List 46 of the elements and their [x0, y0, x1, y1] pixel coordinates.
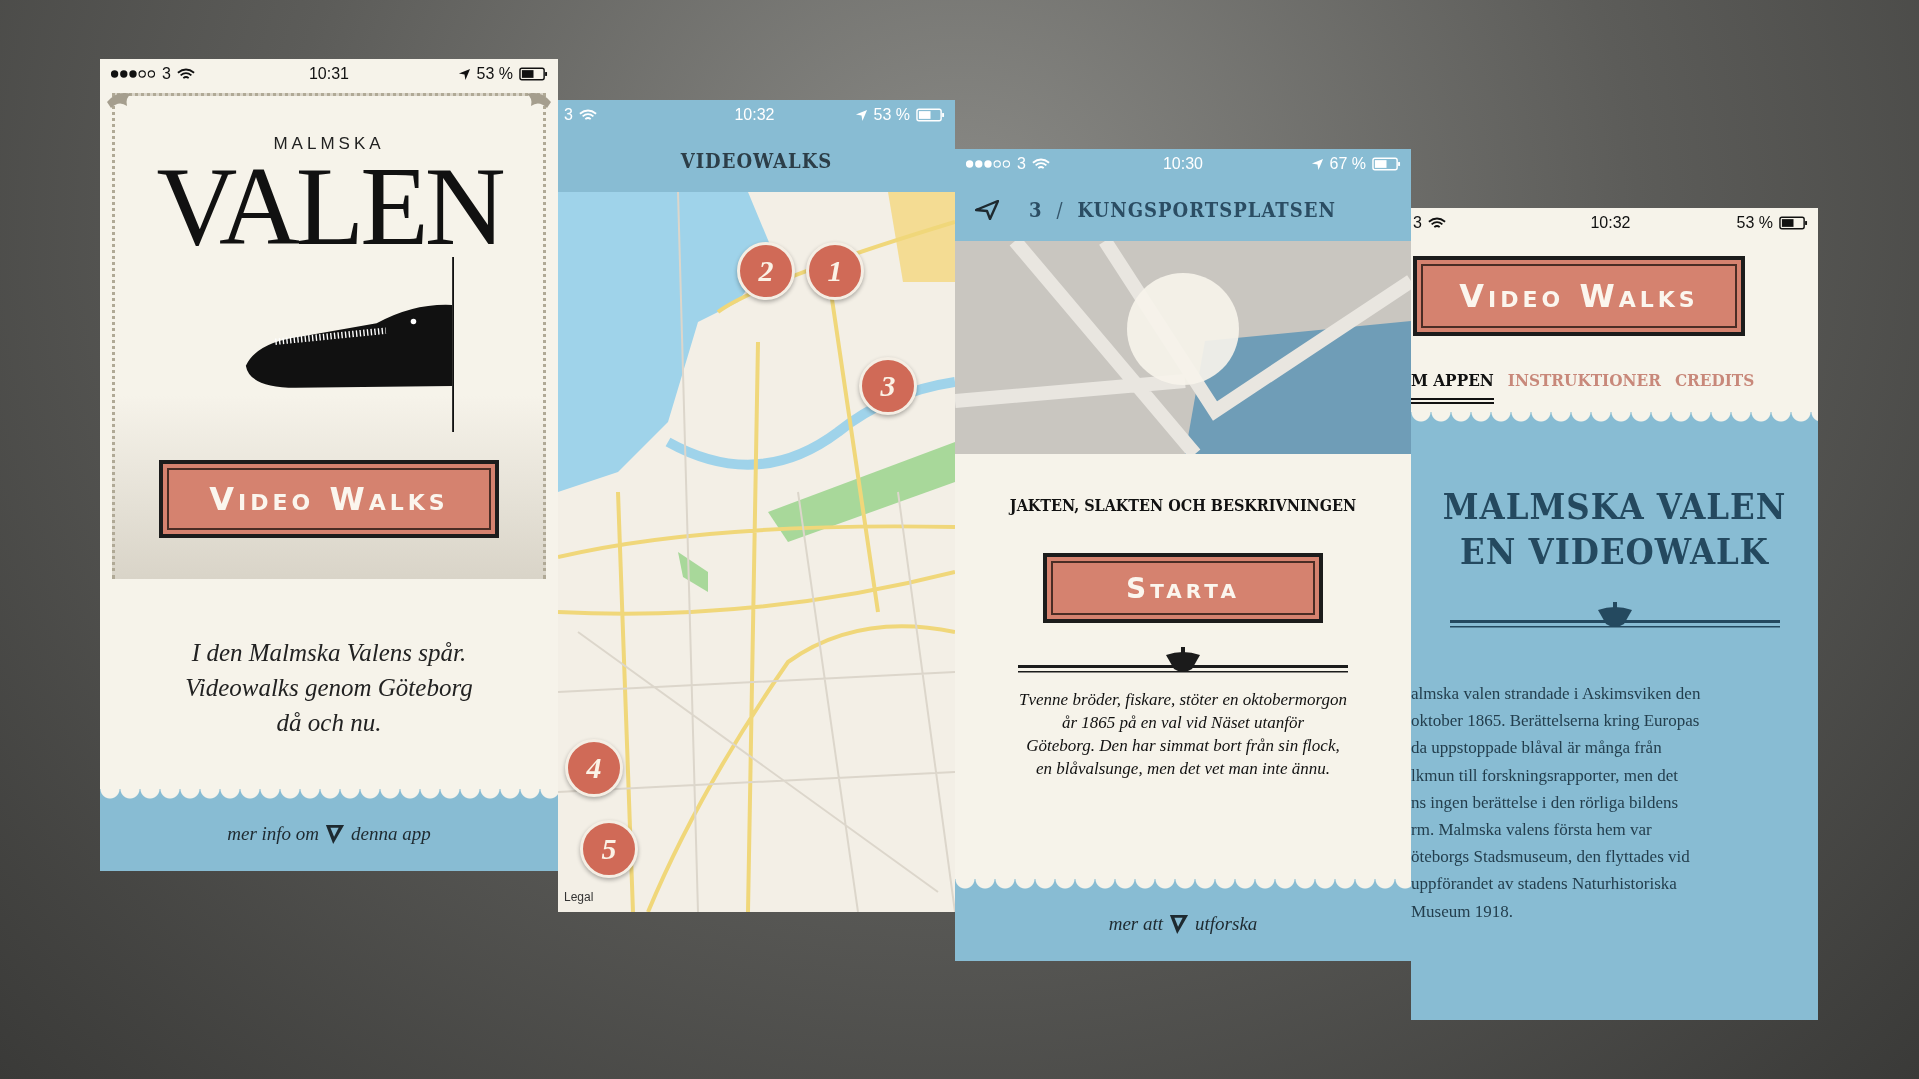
description-text: Tvenne bröder, fiskare, stöter en oktobermorgon år 1865 på en val vid Näset utanför Göteborg. Den har simmat bort från sin flock, en blåvalsunge, men det vet man inte ännu.	[1019, 689, 1347, 780]
battery-percent: 53 %	[873, 106, 910, 124]
about-text: almska valen strandade i Askimsviken den oktober 1865. Berättelserna kring Europas da uppstoppade blåval är många från lkmun till forskningsrapporter, men det ns ingen berättelse i den rörliga bildens rm. Malmska valens första hem var öteborgs Stadsmuseum, den flyttades vid uppförandet av stadens Naturhistoriska Museum 1918.	[1411, 683, 1702, 923]
dart-arrow-icon	[325, 823, 346, 845]
footer-link[interactable]: mer att	[1108, 913, 1164, 935]
screen-title: KUNGSPORTSPLATSEN	[1077, 198, 1336, 222]
battery-icon	[519, 67, 548, 81]
battery-percent: 53 %	[476, 65, 513, 83]
tagline: I den Malmska Valens spår. Videowalks genom Göteborg då och nu.	[184, 638, 474, 738]
footer-link[interactable]: mer info om	[227, 823, 320, 845]
navigation-arrow-button[interactable]	[973, 198, 1001, 222]
battery-icon	[916, 108, 945, 122]
footer-link[interactable]: utforska	[1195, 913, 1258, 935]
tab[interactable]: CREDITS	[1674, 370, 1755, 404]
status-time: 10:32	[1590, 214, 1631, 232]
footer-link[interactable]: denna app	[351, 823, 431, 845]
status-time: 10:31	[308, 65, 349, 83]
logo-kicker: MALMSKA	[273, 134, 385, 154]
legal-link[interactable]: Legal	[564, 890, 594, 904]
carrier-name: 3	[162, 65, 171, 83]
status-time: 10:30	[1162, 155, 1203, 173]
logo-title: VALEN	[156, 156, 502, 257]
wifi-icon	[1031, 157, 1050, 171]
screen-title: VIDEOWALKS	[680, 149, 833, 173]
video-walks-button[interactable]: Video Walks	[1413, 256, 1745, 336]
status-time: 10:32	[734, 106, 775, 124]
wifi-icon	[176, 67, 195, 81]
video-walks-button[interactable]: Video Walks	[159, 459, 499, 538]
battery-icon	[1779, 216, 1808, 230]
section-heading: JAKTEN, SLAKTEN OCH BESKRIVNINGEN	[1009, 496, 1357, 515]
carrier-name: 3	[1017, 155, 1026, 173]
map-drawing[interactable]	[558, 192, 955, 912]
dart-arrow-icon	[1169, 913, 1190, 935]
tab[interactable]: INSTRUKTIONER	[1507, 370, 1661, 404]
tab[interactable]: M APPEN	[1411, 370, 1494, 404]
battery-percent: 53 %	[1736, 214, 1773, 232]
battery-icon	[1372, 157, 1401, 171]
page-title: MALMSKA VALEN EN VIDEOWALK	[1442, 484, 1787, 574]
title-separator: /	[1056, 198, 1064, 222]
battery-percent: 67 %	[1329, 155, 1366, 173]
start-button[interactable]: Starta	[1043, 553, 1323, 623]
carrier-name: 3	[564, 106, 573, 124]
carrier-name: 3	[1413, 214, 1422, 232]
wifi-icon	[1427, 216, 1446, 230]
wifi-icon	[578, 108, 597, 122]
step-number: 3	[1029, 198, 1043, 222]
